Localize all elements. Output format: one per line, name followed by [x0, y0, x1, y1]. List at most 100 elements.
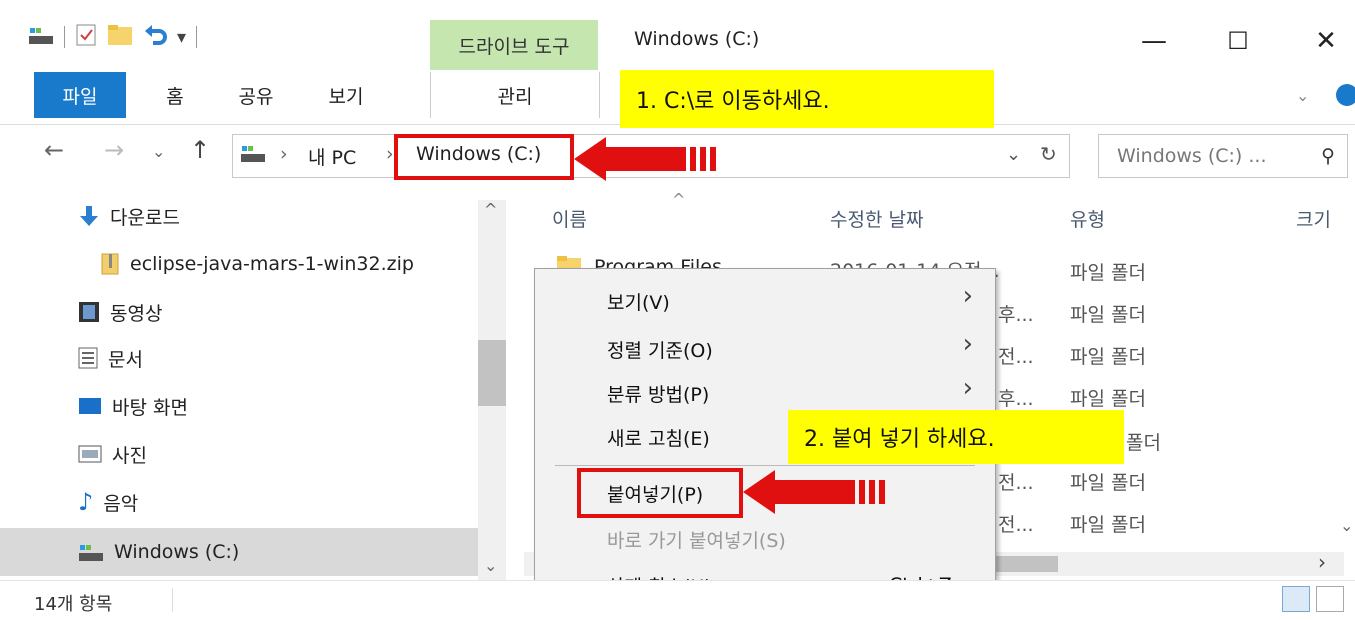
file-date: 전... — [998, 472, 1034, 494]
document-icon — [78, 347, 98, 369]
separator — [64, 26, 65, 48]
nav-label: 음악 — [103, 492, 139, 515]
menu-label: 새로 고침(E) — [607, 427, 710, 450]
nav-label: 사진 — [112, 444, 147, 467]
refresh-icon[interactable]: ↻ — [1040, 142, 1057, 166]
menu-label: 바로 가기 붙여넣기(S) — [607, 529, 786, 552]
red-arrow-icon — [743, 470, 893, 514]
file-date: 후... — [998, 388, 1034, 410]
column-header-size[interactable]: 크기 — [1296, 198, 1331, 238]
tab-view[interactable]: 보기 — [316, 72, 376, 118]
nav-item-music[interactable]: ♪ 음악 — [78, 482, 138, 522]
annotation-step-1: 1. C:\로 이동하세요. — [620, 70, 994, 128]
submenu-arrow-icon: › — [962, 373, 973, 403]
column-header-type[interactable]: 유형 — [1070, 198, 1105, 238]
nav-item-windows-c[interactable]: Windows (C:) — [78, 532, 239, 572]
window-title: Windows (C:) — [634, 28, 760, 50]
column-header-date[interactable]: 수정한 날짜 — [830, 198, 923, 238]
recent-locations-icon[interactable]: ⌄ — [152, 142, 165, 161]
file-type: 폴더 — [1126, 432, 1161, 454]
details-view-icon[interactable] — [1282, 586, 1310, 612]
desktop-icon — [79, 398, 101, 414]
tab-file[interactable]: 파일 — [34, 72, 126, 118]
maximize-button[interactable]: ☐ — [1208, 18, 1268, 64]
file-type: 파일 폴더 — [1070, 472, 1146, 494]
quick-access-toolbar: ▾ — [28, 22, 198, 52]
search-box[interactable]: Windows (C:) ... ⚲ — [1098, 134, 1348, 178]
search-icon[interactable]: ⚲ — [1321, 145, 1335, 167]
menu-label: 보기(V) — [607, 291, 670, 314]
video-icon — [79, 302, 99, 322]
file-date: 후... — [998, 304, 1034, 326]
menu-item-group-by[interactable]: 분류 방법(P) — [607, 373, 709, 413]
menu-item-paste-shortcut: 바로 가기 붙여넣기(S) — [607, 519, 786, 559]
tab-home[interactable]: 홈 — [150, 72, 200, 118]
nav-label: 문서 — [108, 348, 143, 371]
breadcrumb-this-pc[interactable]: 내 PC — [308, 143, 356, 170]
tab-share[interactable]: 공유 — [226, 72, 286, 118]
scroll-right-icon[interactable]: › — [1318, 550, 1326, 574]
drive-icon — [79, 545, 103, 561]
download-icon — [80, 206, 98, 226]
undo-icon[interactable] — [143, 23, 167, 51]
help-icon[interactable] — [1336, 84, 1355, 106]
file-date: 전... — [998, 514, 1034, 536]
nav-item-documents[interactable]: 문서 — [78, 338, 143, 378]
file-type: 파일 폴더 — [1070, 262, 1146, 284]
zip-icon — [101, 253, 119, 275]
submenu-arrow-icon: › — [962, 281, 973, 311]
large-icons-view-icon[interactable] — [1316, 586, 1344, 612]
highlight-box-paste — [577, 468, 743, 518]
nav-scrollbar-thumb[interactable] — [478, 340, 506, 406]
horizontal-scrollbar-thumb[interactable] — [994, 556, 1058, 572]
search-placeholder: Windows (C:) ... — [1117, 145, 1267, 167]
nav-item-desktop[interactable]: 바탕 화면 — [78, 386, 188, 426]
nav-item-pictures[interactable]: 사진 — [78, 434, 147, 474]
nav-item-videos[interactable]: 동영상 — [78, 292, 162, 332]
scroll-down-icon[interactable]: ⌄ — [484, 556, 497, 575]
menu-item-view[interactable]: 보기(V) — [607, 281, 670, 321]
file-date: 전... — [998, 346, 1034, 368]
close-button[interactable]: ✕ — [1296, 18, 1355, 64]
drive-icon[interactable] — [28, 24, 54, 50]
nav-label: 동영상 — [110, 302, 163, 325]
nav-label: 다운로드 — [110, 206, 180, 229]
properties-icon[interactable] — [75, 23, 97, 51]
file-type: 파일 폴더 — [1070, 388, 1146, 410]
scroll-up-icon[interactable]: ^ — [484, 200, 497, 219]
nav-item-zip[interactable]: eclipse-java-mars-1-win32.zip — [100, 244, 414, 284]
minimize-button[interactable]: — — [1124, 18, 1184, 64]
status-bar — [0, 580, 1355, 620]
nav-label: eclipse-java-mars-1-win32.zip — [130, 253, 414, 275]
back-arrow-icon[interactable]: ← — [44, 136, 64, 164]
new-folder-icon[interactable] — [107, 23, 133, 51]
menu-item-refresh[interactable]: 새로 고침(E) — [607, 417, 710, 457]
list-scroll-down-icon[interactable]: ⌄ — [1340, 516, 1353, 535]
file-type: 파일 폴더 — [1070, 346, 1146, 368]
submenu-arrow-icon: › — [962, 329, 973, 359]
menu-label: 분류 방법(P) — [607, 383, 710, 406]
column-header-name[interactable]: 이름 — [552, 198, 587, 238]
expand-ribbon-icon[interactable]: ⌄ — [1296, 86, 1309, 105]
drive-tools-context-tab[interactable]: 드라이브 도구 — [430, 20, 598, 70]
annotation-step-2: 2. 붙여 넣기 하세요. — [788, 410, 1124, 464]
file-type: 파일 폴더 — [1070, 304, 1146, 326]
file-type: 파일 폴더 — [1070, 514, 1146, 536]
forward-arrow-icon[interactable]: → — [104, 136, 124, 164]
red-arrow-icon — [574, 137, 724, 181]
breadcrumb-separator: › — [280, 143, 288, 165]
breadcrumb-separator: › — [386, 143, 394, 165]
nav-item-downloads[interactable]: 다운로드 — [78, 196, 180, 236]
menu-label: 정렬 기준(O) — [607, 339, 713, 362]
menu-item-sort-by[interactable]: 정렬 기준(O) — [607, 329, 713, 369]
address-dropdown-icon[interactable]: ⌄ — [1006, 144, 1021, 165]
item-count: 14개 항목 — [34, 594, 113, 615]
breadcrumb-windows-c[interactable]: Windows (C:) — [416, 143, 541, 165]
customize-dropdown-icon[interactable]: ▾ — [177, 27, 186, 48]
up-arrow-icon[interactable]: ↑ — [190, 136, 210, 164]
menu-separator — [555, 465, 975, 466]
sort-ascending-icon: ^ — [672, 190, 686, 209]
tab-manage[interactable]: 관리 — [430, 72, 600, 118]
picture-icon — [78, 445, 102, 463]
pc-drive-icon — [240, 142, 266, 168]
